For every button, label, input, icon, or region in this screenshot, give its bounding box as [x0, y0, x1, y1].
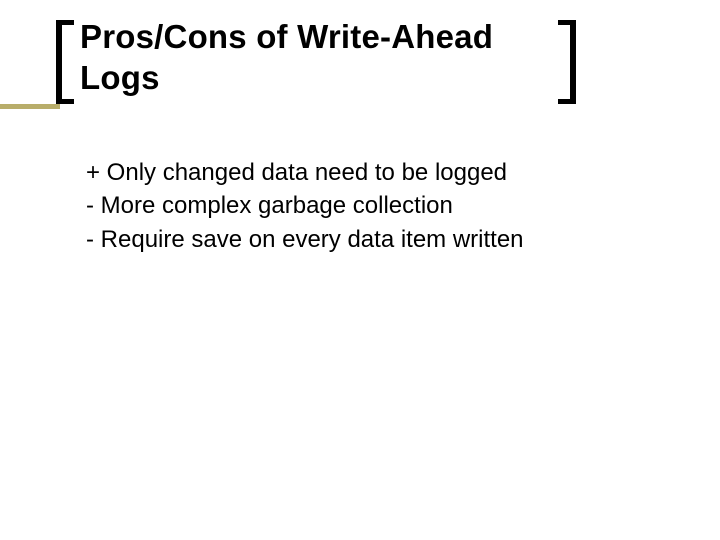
body-text: + Only changed data need to be logged - … [86, 156, 646, 257]
left-bracket-icon [56, 20, 74, 104]
list-item: + Only changed data need to be logged [86, 157, 646, 189]
list-item: - Require save on every data item writte… [86, 224, 646, 256]
slide-title: Pros/Cons of Write-Ahead Logs [80, 16, 540, 99]
slide: Pros/Cons of Write-Ahead Logs + Only cha… [0, 0, 720, 540]
accent-line [0, 104, 60, 109]
list-item: - More complex garbage collection [86, 190, 646, 222]
right-bracket-icon [558, 20, 576, 104]
